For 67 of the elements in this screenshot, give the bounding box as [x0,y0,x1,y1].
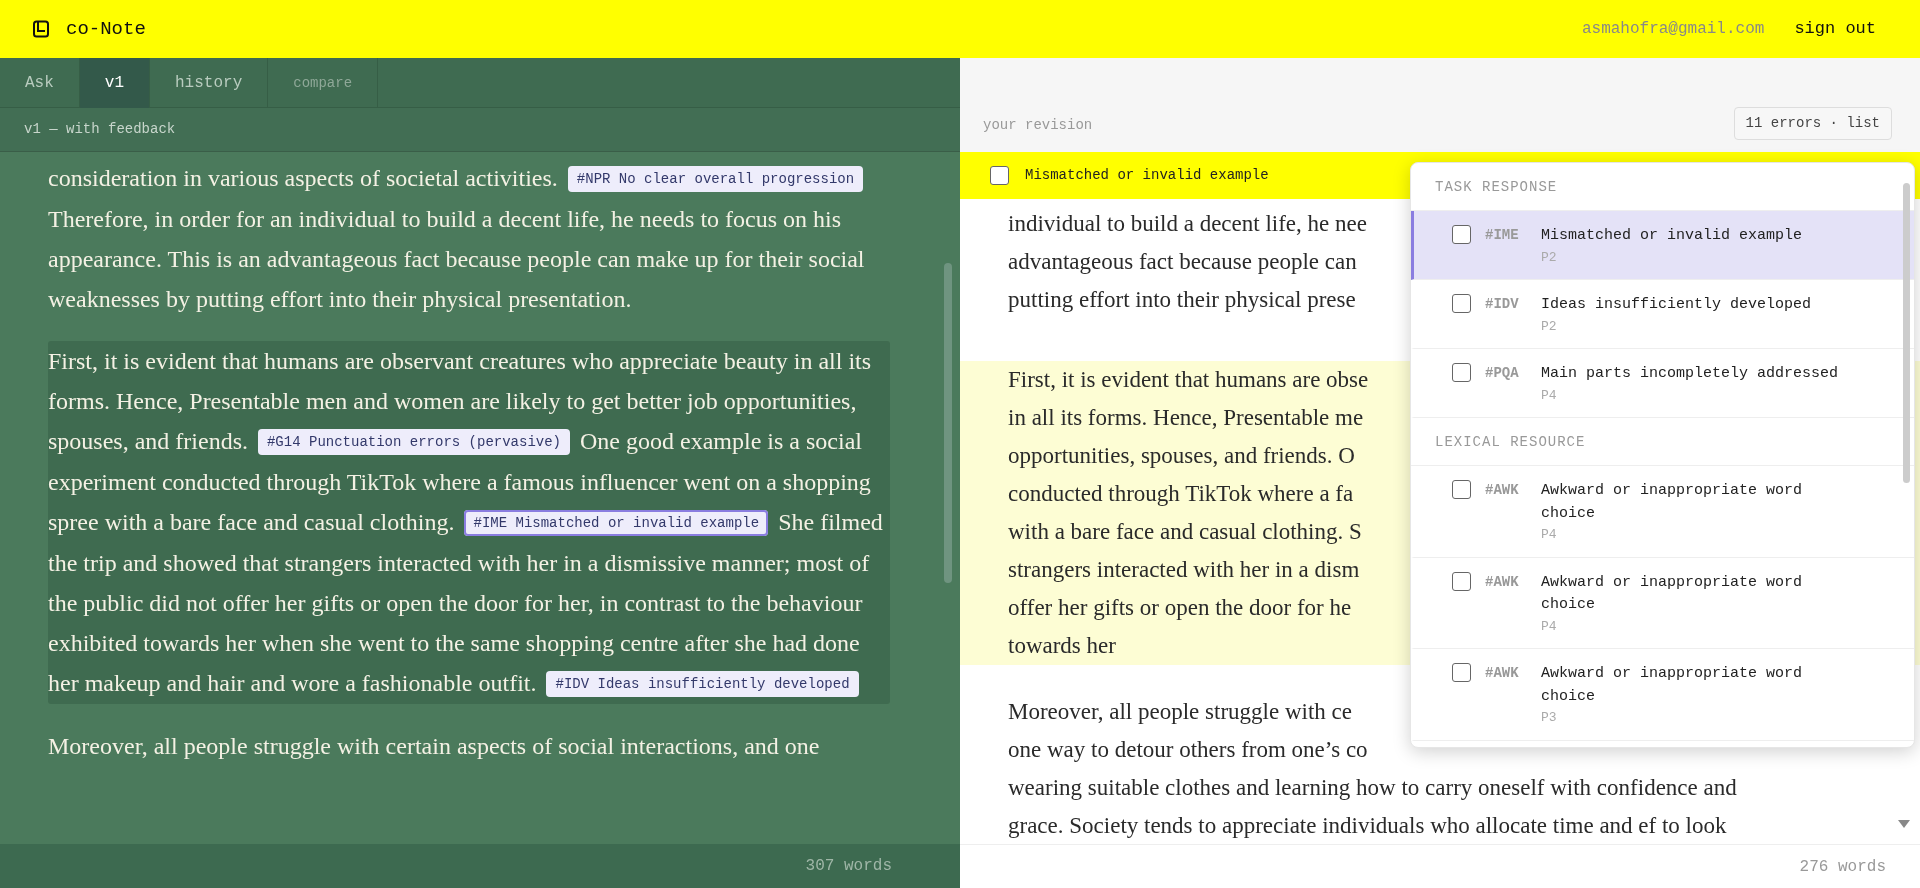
paragraph-ref: P3 [1541,709,1558,727]
word-count: 276 words [1799,856,1886,878]
error-tag[interactable]: #G14 Punctuation errors (pervasive) [257,429,571,455]
sign-out-button[interactable]: sign out [1788,15,1882,43]
panel-subtitle: your revision [983,115,1093,135]
error-code: #AWK [1485,572,1520,592]
error-label: Mismatched or invalid example [1541,226,1803,246]
error-label: Awkward or inappropriate word choice [1541,572,1804,615]
scrollbar-thumb[interactable] [944,263,952,583]
error-label: Awkward or inappropriate word choice [1541,481,1804,524]
errors-list-button[interactable]: 11 errors · list [1733,106,1892,140]
error-label: Ideas insufficiently developed [1541,295,1812,315]
checkbox[interactable] [990,165,1009,185]
checkbox[interactable] [1452,225,1471,244]
error-code: #PQA [1485,364,1520,383]
essay-paragraph: First, it is evident that humans are observant creatures who appreciate beauty in all its forms. Hence, Presentable men and women are likely to get better job opportunities, spouses, and friends. #G14 Punctuation errors (pervasive) One good example is a social experiment conducted through TikTok where a famous influencer went on a shopping spree with a bare face and casual clothing. #IME Mismatched or invalid example She filmed the trip and showed that strangers interacted with her in a dismissive manner; most of the public did not offer her gifts or open the door for her, in contrast to the behaviour exhibited towards her when she went to the same shopping centre after she had done her makeup and hair and wore a fashionable outfit. #IDV Ideas insufficiently developed [48,341,890,704]
text-line: wearing suitable clothes and learning how to carry oneself with confidence and [1008,774,1737,803]
text-line: strangers interacted with her in a dism [1008,556,1360,585]
essay-paragraph: consideration in various aspects of societal activities. #NPR No clear overall progression Therefore, in order for an individual to build a decent life, he needs to focus on his appearance. This is an advantageous fact because people can make up for their social weaknesses by putting effort into their physical presentation. [48,164,866,314]
error-list-item[interactable]: #AWK Awkward or inappropriate word choice P4 [1411,557,1914,649]
panel-subtitle: v1 — with feedback [24,120,176,139]
text-line: in all its forms. Hence, Presentable me [1008,404,1364,433]
checkbox[interactable] [1452,294,1471,313]
text-line: conducted through TikTok where a fa [1008,480,1354,509]
error-code: #IME [1485,226,1520,245]
text-line: one way to detour others from one’s co [1008,736,1368,765]
error-label: Awkward or inappropriate word choice [1541,664,1804,707]
essay-paragraph: Moreover, all people struggle with certain aspects of social interactions, and one [48,732,821,761]
text-line: offer her gifts or open the door for he [1008,594,1352,623]
text-line: grace. Society tends to appreciate individuals who allocate time and ef to look [1008,812,1727,841]
error-tag[interactable]: #IDV Ideas insufficiently developed [546,671,859,697]
error-code: #IDV [1485,295,1520,314]
text-line: with a bare face and casual clothing. S [1008,518,1362,547]
error-list-item[interactable]: #PQA Main parts incompletely addressed P4 [1411,349,1914,418]
text-line: individual to build a decent life, he nee [1008,210,1367,239]
focus-label: Mismatched or invalid example [1025,165,1269,185]
error-tag[interactable]: #IME Mismatched or invalid example [464,510,769,536]
paragraph-ref: P2 [1541,248,1558,267]
paragraph-ref: P4 [1541,386,1558,405]
error-tag[interactable]: #NPR No clear overall progression [567,166,864,192]
tab[interactable]: v1 [79,58,150,108]
text-line: Moreover, all people struggle with ce [1008,698,1352,727]
error-code: #AWK [1485,481,1520,500]
checkbox[interactable] [1452,363,1471,382]
scrollbar-thumb[interactable] [1903,183,1910,483]
word-count: 307 words [805,856,892,877]
text-line: putting effort into their physical prese [1008,286,1356,315]
error-list-item[interactable]: #AWK Awkward or inappropriate word choice P4 [1411,466,1914,558]
error-code: #AWK [1485,664,1520,683]
checkbox[interactable] [1452,663,1471,682]
error-list-item[interactable]: #IME Mismatched or invalid example P2 [1411,211,1914,280]
scroll-down-arrow-icon[interactable] [1898,819,1910,828]
error-label: Main parts incompletely addressed [1541,364,1839,384]
checkbox[interactable] [1452,571,1471,591]
text-line: towards her [1008,632,1116,661]
checkbox[interactable] [1452,480,1471,499]
user-email: asmahofra@gmail.com [1581,19,1765,40]
error-list-item[interactable]: #IDV Ideas insufficiently developed P2 [1411,280,1914,349]
app-name: co-Note [66,16,146,42]
text-line: First, it is evident that humans are obse [1008,366,1369,395]
error-list-item[interactable]: #AWK Awkward or inappropriate word choice P3 [1411,649,1914,741]
paragraph-ref: P2 [1541,317,1558,336]
paragraph-ref: P4 [1541,617,1558,636]
text-line: advantageous fact because people can [1008,248,1357,277]
text-line: opportunities, spouses, and friends. O [1008,442,1355,471]
notebook-icon [32,20,50,38]
paragraph-ref: P4 [1541,526,1558,544]
